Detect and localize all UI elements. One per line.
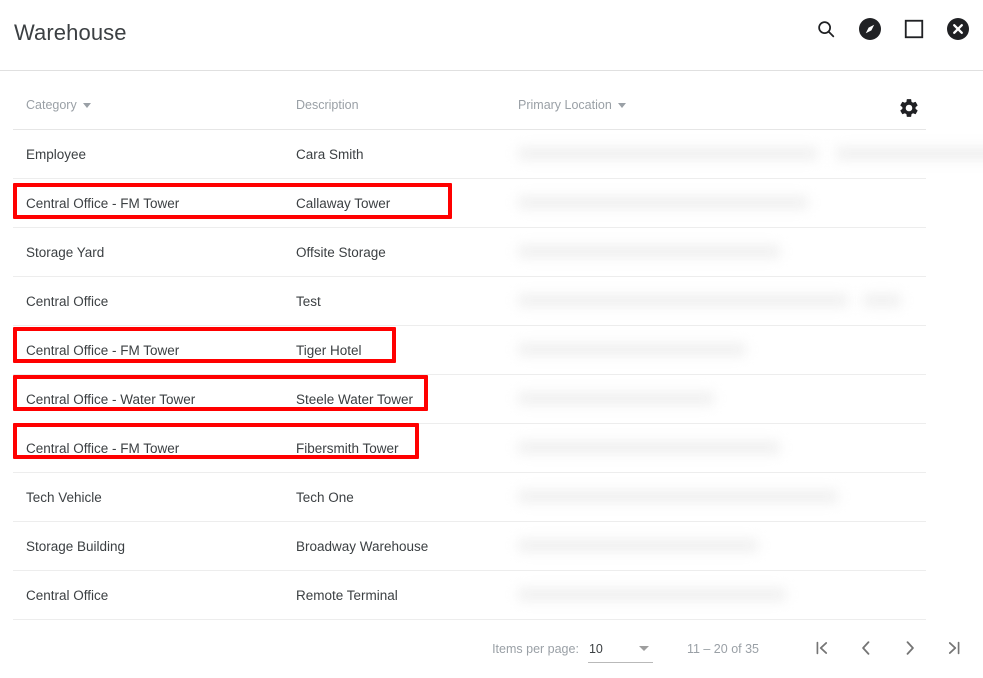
items-per-page-select[interactable]: 10 bbox=[587, 636, 653, 663]
title-bar: Warehouse bbox=[0, 0, 983, 71]
cell-category: Storage Building bbox=[26, 538, 126, 554]
maximize-button[interactable] bbox=[899, 14, 929, 44]
warehouse-table: Category Description Primary Location Em… bbox=[13, 71, 983, 620]
cell-description: Fibersmith Tower bbox=[296, 440, 399, 456]
table-settings-button[interactable] bbox=[892, 93, 926, 127]
redacted-text bbox=[518, 294, 848, 307]
cell-primary-location bbox=[518, 375, 926, 423]
table-header-row: Category Description Primary Location bbox=[13, 71, 926, 130]
chevron-right-icon bbox=[900, 638, 920, 661]
compass-icon bbox=[858, 17, 882, 41]
close-icon bbox=[946, 17, 970, 41]
page-title: Warehouse bbox=[14, 20, 127, 45]
table-row[interactable]: Central Office - FM Tower Callaway Tower bbox=[13, 179, 926, 228]
redacted-text bbox=[518, 441, 780, 454]
pagination-buttons bbox=[807, 634, 969, 664]
cell-category: Central Office - FM Tower bbox=[26, 195, 180, 211]
redacted-text bbox=[518, 147, 818, 160]
table-row[interactable]: Employee Cara Smith bbox=[13, 130, 983, 179]
table-row[interactable]: Storage Yard Offsite Storage bbox=[13, 228, 926, 277]
cell-primary-location bbox=[518, 522, 926, 570]
cell-category: Central Office - FM Tower bbox=[26, 342, 180, 358]
column-header-primary-location[interactable]: Primary Location bbox=[518, 98, 626, 112]
cell-description: Callaway Tower bbox=[296, 195, 391, 211]
column-header-primary-location-label: Primary Location bbox=[518, 98, 612, 112]
titlebar-actions bbox=[811, 14, 973, 44]
cell-description: Steele Water Tower bbox=[296, 391, 414, 407]
table-row[interactable]: Storage Building Broadway Warehouse bbox=[13, 522, 926, 571]
cell-description: Cara Smith bbox=[296, 146, 364, 162]
redacted-text bbox=[518, 343, 746, 356]
table-row[interactable]: Central Office - FM Tower Fibersmith Towe… bbox=[13, 424, 926, 473]
cell-description: Test bbox=[296, 293, 321, 309]
redacted-text bbox=[518, 392, 714, 405]
chevron-down-icon bbox=[638, 645, 649, 651]
chevron-down-icon bbox=[617, 103, 626, 108]
paginator: Items per page: 10 11 – 20 of 35 bbox=[0, 620, 983, 678]
redacted-text bbox=[836, 147, 983, 160]
gear-icon bbox=[898, 97, 920, 124]
column-header-category[interactable]: Category bbox=[26, 98, 91, 112]
search-button[interactable] bbox=[811, 14, 841, 44]
chevron-down-icon bbox=[82, 103, 91, 108]
search-icon bbox=[815, 18, 837, 40]
maximize-icon bbox=[903, 18, 925, 40]
cell-description: Broadway Warehouse bbox=[296, 538, 429, 554]
cell-description: Tiger Hotel bbox=[296, 342, 362, 358]
next-page-button[interactable] bbox=[895, 634, 925, 664]
redacted-text bbox=[518, 490, 838, 503]
first-page-button[interactable] bbox=[807, 634, 837, 664]
items-per-page-label: Items per page: bbox=[492, 642, 579, 656]
cell-primary-location bbox=[518, 473, 926, 521]
cell-category: Central Office - Water Tower bbox=[26, 391, 196, 407]
warehouse-app: Warehouse Category Description Primary L… bbox=[0, 0, 983, 678]
redacted-text bbox=[518, 539, 758, 552]
cell-primary-location bbox=[518, 326, 926, 374]
redacted-text bbox=[863, 294, 901, 307]
cell-category: Storage Yard bbox=[26, 244, 105, 260]
explore-button[interactable] bbox=[855, 14, 885, 44]
cell-description: Offsite Storage bbox=[296, 244, 386, 260]
column-header-description-label: Description bbox=[296, 98, 359, 112]
table-row[interactable]: Central Office Remote Terminal bbox=[13, 571, 926, 620]
cell-primary-location bbox=[518, 571, 926, 619]
previous-page-button[interactable] bbox=[851, 634, 881, 664]
cell-primary-location bbox=[518, 228, 926, 276]
table-row[interactable]: Central Office Test bbox=[13, 277, 926, 326]
table-row[interactable]: Tech Vehicle Tech One bbox=[13, 473, 926, 522]
cell-category: Central Office bbox=[26, 293, 109, 309]
cell-primary-location bbox=[518, 277, 926, 325]
column-header-category-label: Category bbox=[26, 98, 77, 112]
table-row[interactable]: Central Office - FM Tower Tiger Hotel bbox=[13, 326, 926, 375]
cell-description: Remote Terminal bbox=[296, 587, 398, 603]
cell-primary-location bbox=[518, 130, 983, 178]
close-button[interactable] bbox=[943, 14, 973, 44]
cell-category: Employee bbox=[26, 146, 87, 162]
redacted-text bbox=[518, 245, 780, 258]
items-per-page-value: 10 bbox=[588, 641, 603, 656]
last-page-button[interactable] bbox=[939, 634, 969, 664]
table-body: Employee Cara Smith Central Office - FM To… bbox=[13, 130, 983, 620]
table-row[interactable]: Central Office - Water Tower Steele Water… bbox=[13, 375, 926, 424]
table-container: Category Description Primary Location Em… bbox=[0, 71, 983, 620]
page-range-label: 11 – 20 of 35 bbox=[686, 642, 759, 656]
cell-primary-location bbox=[518, 424, 926, 472]
redacted-text bbox=[518, 196, 808, 209]
first-page-icon bbox=[812, 638, 832, 661]
column-header-description[interactable]: Description bbox=[296, 98, 359, 112]
redacted-text bbox=[518, 588, 786, 601]
chevron-left-icon bbox=[856, 638, 876, 661]
cell-category: Tech Vehicle bbox=[26, 489, 102, 505]
cell-description: Tech One bbox=[296, 489, 354, 505]
cell-primary-location bbox=[518, 179, 926, 227]
cell-category: Central Office bbox=[26, 587, 109, 603]
cell-category: Central Office - FM Tower bbox=[26, 440, 180, 456]
last-page-icon bbox=[944, 638, 964, 661]
